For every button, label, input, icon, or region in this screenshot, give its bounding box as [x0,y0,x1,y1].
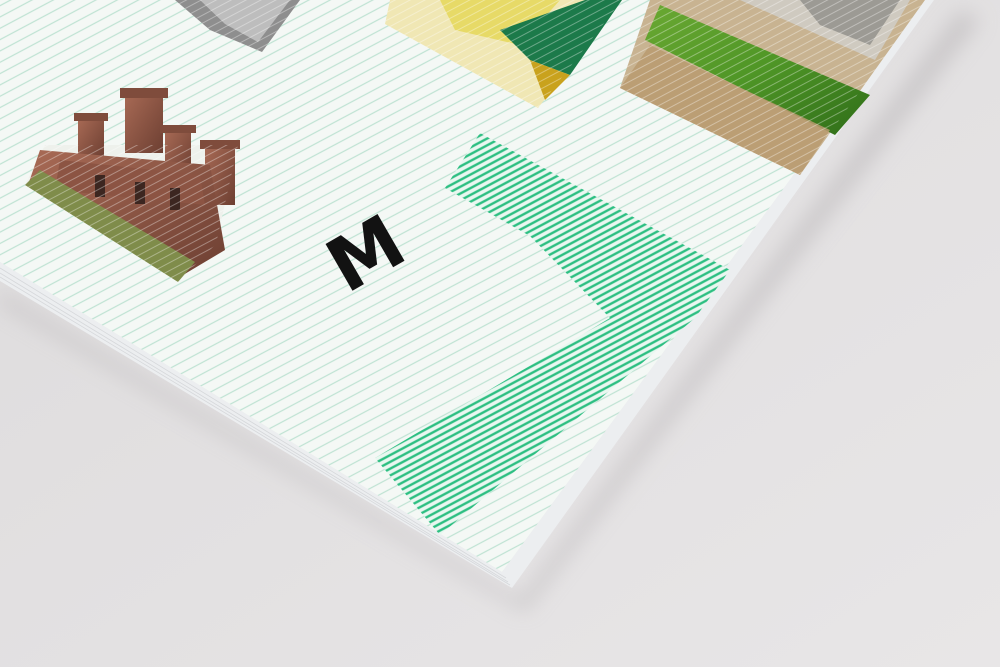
photo-scene: M [0,0,1000,667]
magazine-photo [0,0,1000,667]
